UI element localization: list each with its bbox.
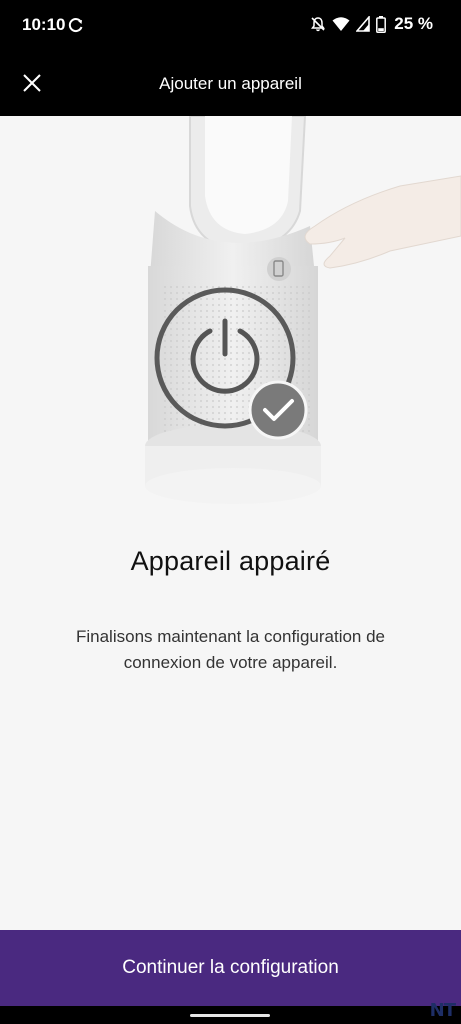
phone-icon: [267, 257, 291, 281]
main-content: Appareil appairé Finalisons maintenant l…: [0, 116, 461, 930]
home-indicator[interactable]: [190, 1014, 270, 1017]
checkmark-icon: [248, 380, 308, 440]
status-bar: 10:10 25 %: [0, 0, 461, 52]
battery-percent: 25 %: [394, 14, 433, 33]
signal-icon: [356, 16, 371, 32]
status-time: 10:10: [22, 15, 66, 34]
watermark-logo: NT: [429, 1000, 456, 1021]
battery-icon: [376, 15, 387, 33]
device-illustration: [145, 116, 461, 504]
system-nav-bar: [0, 1006, 461, 1024]
sync-icon: [68, 18, 83, 33]
notifications-off-icon: [311, 17, 326, 32]
app-bar: Ajouter un appareil: [0, 52, 461, 116]
pairing-success-heading: Appareil appairé: [130, 546, 331, 576]
continue-setup-label: Continuer la configuration: [122, 957, 339, 978]
status-icons: 25 %: [310, 14, 433, 34]
continue-setup-button[interactable]: Continuer la configuration: [0, 930, 461, 1006]
page-title: Ajouter un appareil: [159, 74, 302, 93]
wifi-icon: [332, 17, 350, 31]
pairing-description: Finalisons maintenant la configuration d…: [75, 627, 386, 672]
hand-icon: [304, 175, 461, 269]
